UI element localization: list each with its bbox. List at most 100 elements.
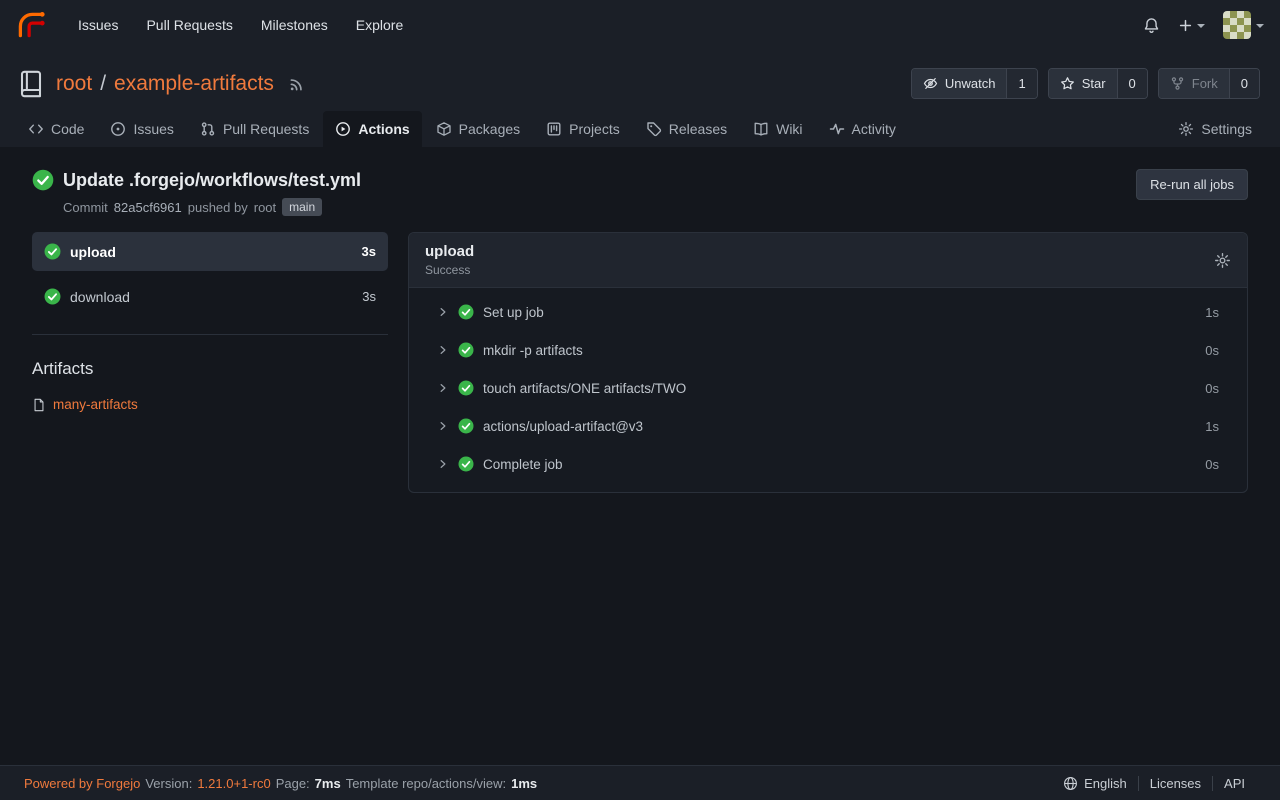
job-detail-title: upload [425,243,474,260]
package-icon [436,121,452,137]
caret-down-icon [1197,24,1205,28]
avatar [1223,11,1251,39]
rerun-all-jobs-button[interactable]: Re-run all jobs [1136,169,1248,200]
version-link[interactable]: 1.21.0+1-rc0 [197,776,270,791]
step-duration: 0s [1205,457,1219,472]
chevron-right-icon [437,420,449,432]
play-circle-icon [335,121,351,137]
plus-icon [1178,18,1193,33]
pushed-by-label: pushed by [188,200,248,215]
job-name: download [70,289,130,305]
star-button-group: Star 0 [1048,68,1148,99]
code-icon [28,121,44,137]
actions-run-view: Update .forgejo/workflows/test.yml Commi… [0,147,1280,765]
tab-releases[interactable]: Releases [634,111,739,147]
step-list: Set up job 1s mkdir -p artifacts 0s [409,288,1247,492]
artifact-name: many-artifacts [53,397,138,412]
page-footer: Powered by Forgejo Version: 1.21.0+1-rc0… [0,765,1280,800]
chevron-right-icon [437,458,449,470]
step-duration: 1s [1205,305,1219,320]
forgejo-logo[interactable] [16,10,46,40]
job-detail-header: upload Success [409,233,1247,288]
step-row-complete-job[interactable]: Complete job 0s [409,445,1247,483]
check-circle-icon [44,288,61,305]
template-time-label: Template repo/actions/view: [346,776,506,791]
tab-activity[interactable]: Activity [817,111,908,147]
tab-releases-label: Releases [669,121,727,137]
tab-wiki[interactable]: Wiki [741,111,814,147]
run-header: Update .forgejo/workflows/test.yml Commi… [32,169,1248,216]
step-row-touch[interactable]: touch artifacts/ONE artifacts/TWO 0s [409,369,1247,407]
step-row-mkdir[interactable]: mkdir -p artifacts 0s [409,331,1247,369]
check-circle-icon [458,380,474,396]
powered-by-link[interactable]: Powered by Forgejo [24,776,140,791]
repo-header: root / example-artifacts Unwatch 1 [0,50,1280,105]
artifact-link[interactable]: many-artifacts [32,397,388,412]
api-link[interactable]: API [1212,776,1256,791]
tab-actions[interactable]: Actions [323,111,421,147]
fork-button[interactable]: Fork [1159,69,1229,98]
jobs-sidebar: upload 3s download 3s Artifacts [32,232,388,412]
tab-issues[interactable]: Issues [98,111,185,147]
step-name: Complete job [483,457,563,472]
file-icon [32,398,46,412]
language-label: English [1084,776,1127,791]
issue-icon [110,121,126,137]
tab-packages-label: Packages [459,121,520,137]
job-options-gear-icon[interactable] [1214,252,1231,269]
tab-pull-requests[interactable]: Pull Requests [188,111,321,147]
notifications-button[interactable] [1143,17,1160,34]
activity-icon [829,121,845,137]
commit-author-link[interactable]: root [254,200,276,215]
check-circle-icon [458,418,474,434]
nav-issues[interactable]: Issues [64,17,132,33]
footer-links: English Licenses API [1052,776,1256,791]
language-selector[interactable]: English [1052,776,1138,791]
unwatch-button-group: Unwatch 1 [911,68,1038,99]
journal-icon [16,69,46,99]
nav-explore[interactable]: Explore [342,17,417,33]
user-menu-button[interactable] [1223,11,1264,39]
branch-badge[interactable]: main [282,198,322,216]
tab-code[interactable]: Code [16,111,96,147]
repo-owner-link[interactable]: root [56,72,92,96]
repo-name-link[interactable]: example-artifacts [114,72,274,96]
repo-title: root / example-artifacts [16,69,306,99]
commit-label: Commit [63,200,108,215]
step-row-upload-artifact[interactable]: actions/upload-artifact@v3 1s [409,407,1247,445]
eye-slash-icon [923,76,938,91]
step-name: Set up job [483,305,544,320]
tab-projects-label: Projects [569,121,620,137]
commit-sha-link[interactable]: 82a5cf6961 [114,200,182,215]
job-duration: 3s [362,289,376,304]
repo-tabs: Code Issues Pull Requests Actions Packag… [0,105,1280,147]
rss-icon[interactable] [288,75,306,93]
page-time-value: 7ms [315,776,341,791]
nav-pull-requests[interactable]: Pull Requests [132,17,246,33]
stars-count[interactable]: 0 [1117,69,1147,98]
job-item-upload[interactable]: upload 3s [32,232,388,271]
star-icon [1060,76,1075,91]
star-button[interactable]: Star [1049,69,1117,98]
step-duration: 1s [1205,419,1219,434]
job-detail-panel: upload Success [408,232,1248,493]
job-name: upload [70,244,116,260]
watchers-count[interactable]: 1 [1006,69,1036,98]
tab-packages[interactable]: Packages [424,111,532,147]
project-icon [546,121,562,137]
unwatch-button[interactable]: Unwatch [912,69,1007,98]
licenses-link[interactable]: Licenses [1138,776,1212,791]
create-new-button[interactable] [1178,18,1205,33]
page-time-label: Page: [276,776,310,791]
check-circle-icon [458,304,474,320]
forgejo-logo-icon [16,10,46,40]
nav-milestones[interactable]: Milestones [247,17,342,33]
step-name: touch artifacts/ONE artifacts/TWO [483,381,686,396]
step-row-setup-job[interactable]: Set up job 1s [409,293,1247,331]
tab-projects[interactable]: Projects [534,111,632,147]
job-item-download[interactable]: download 3s [32,277,388,316]
chevron-right-icon [437,344,449,356]
forks-count[interactable]: 0 [1229,69,1259,98]
footer-info: Powered by Forgejo Version: 1.21.0+1-rc0… [24,776,537,791]
tab-settings[interactable]: Settings [1166,111,1264,147]
